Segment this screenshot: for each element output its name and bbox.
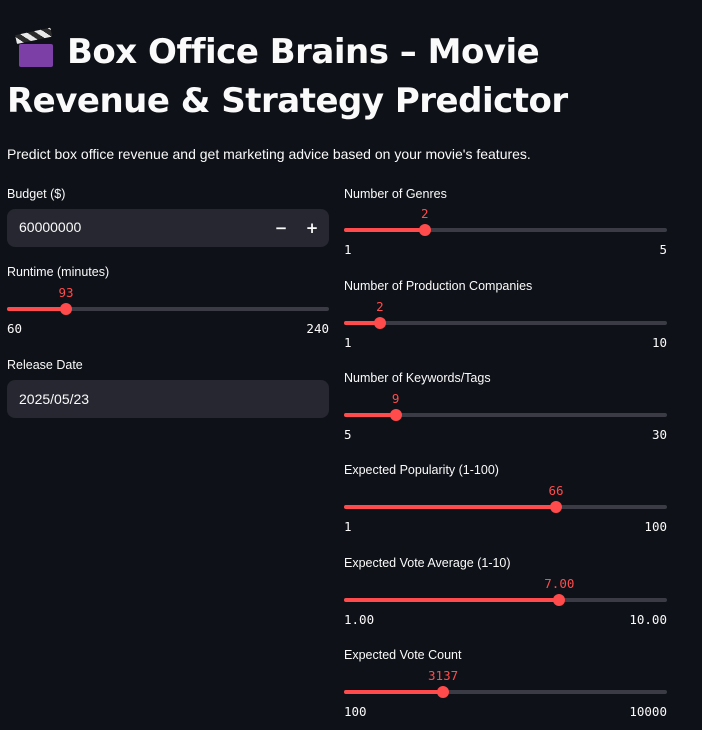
- slider-max-label: 100: [644, 519, 667, 534]
- slider-min-label: 1: [344, 242, 352, 257]
- slider-min-label: 100: [344, 704, 367, 719]
- release-date-input[interactable]: 2025/05/23: [7, 380, 329, 418]
- slider-fill: [344, 505, 557, 509]
- page-subtitle: Predict box office revenue and get marke…: [7, 146, 531, 162]
- release-date-value[interactable]: 2025/05/23: [19, 391, 89, 407]
- slider-max-label: 10000: [629, 704, 667, 719]
- vote-count-slider[interactable]: 3137 100 10000: [344, 666, 667, 719]
- slider-thumb[interactable]: [373, 317, 386, 329]
- slider-min-label: 60: [7, 321, 23, 336]
- slider-fill: [7, 307, 67, 311]
- release-date-label: Release Date: [7, 358, 83, 372]
- slider-thumb[interactable]: [550, 501, 563, 513]
- slider-current-value: 93: [58, 285, 74, 300]
- slider-thumb[interactable]: [418, 224, 431, 236]
- slider-max-label: 30: [651, 427, 667, 442]
- popularity-slider[interactable]: 66 1 100: [344, 481, 667, 534]
- slider-max-label: 240: [306, 321, 329, 336]
- increment-button[interactable]: +: [302, 218, 322, 238]
- slider-current-value: 7.00: [544, 576, 575, 591]
- slider-thumb[interactable]: [553, 594, 566, 606]
- slider-max-label: 10.00: [629, 612, 667, 627]
- slider-fill: [344, 598, 560, 602]
- runtime-label: Runtime (minutes): [7, 265, 110, 279]
- slider-current-value: 2: [420, 206, 429, 221]
- slider-track[interactable]: [344, 321, 667, 325]
- budget-value[interactable]: 60000000: [19, 219, 81, 235]
- slider-thumb[interactable]: [389, 409, 402, 421]
- clapper-board-icon: [15, 27, 55, 67]
- vote-average-label: Expected Vote Average (1-10): [344, 556, 511, 570]
- slider-current-value: 2: [376, 299, 384, 314]
- page-title-text: Box Office Brains – Movie Revenue & Stra…: [7, 32, 568, 121]
- slider-fill: [344, 228, 425, 232]
- slider-min-label: 1.00: [344, 612, 375, 627]
- runtime-slider[interactable]: 93 60 240: [7, 283, 329, 336]
- slider-current-value: 66: [548, 483, 564, 498]
- slider-min-label: 1: [344, 519, 352, 534]
- genres-label: Number of Genres: [344, 187, 447, 201]
- page-title: Box Office Brains – Movie Revenue & Stra…: [7, 27, 667, 126]
- popularity-label: Expected Popularity (1-100): [344, 463, 499, 477]
- slider-max-label: 10: [651, 335, 667, 350]
- companies-label: Number of Production Companies: [344, 279, 533, 293]
- keywords-label: Number of Keywords/Tags: [344, 371, 491, 385]
- vote-average-slider[interactable]: 7.00 1.00 10.00: [344, 574, 667, 627]
- slider-fill: [344, 413, 396, 417]
- genres-slider[interactable]: 2 1 5: [344, 204, 667, 257]
- slider-current-value: 9: [391, 391, 400, 406]
- slider-max-label: 5: [659, 242, 667, 257]
- decrement-button[interactable]: −: [271, 218, 291, 238]
- companies-slider[interactable]: 2 1 10: [344, 297, 667, 350]
- vote-count-label: Expected Vote Count: [344, 648, 462, 662]
- budget-input[interactable]: 60000000 − +: [7, 209, 329, 247]
- slider-min-label: 1: [344, 335, 352, 350]
- slider-thumb[interactable]: [437, 686, 450, 698]
- slider-fill: [344, 690, 444, 694]
- keywords-slider[interactable]: 9 5 30: [344, 389, 667, 442]
- budget-label: Budget ($): [7, 187, 66, 201]
- slider-min-label: 5: [344, 427, 352, 442]
- slider-current-value: 3137: [428, 668, 459, 683]
- app-page: Box Office Brains – Movie Revenue & Stra…: [0, 0, 702, 730]
- slider-thumb[interactable]: [60, 303, 73, 315]
